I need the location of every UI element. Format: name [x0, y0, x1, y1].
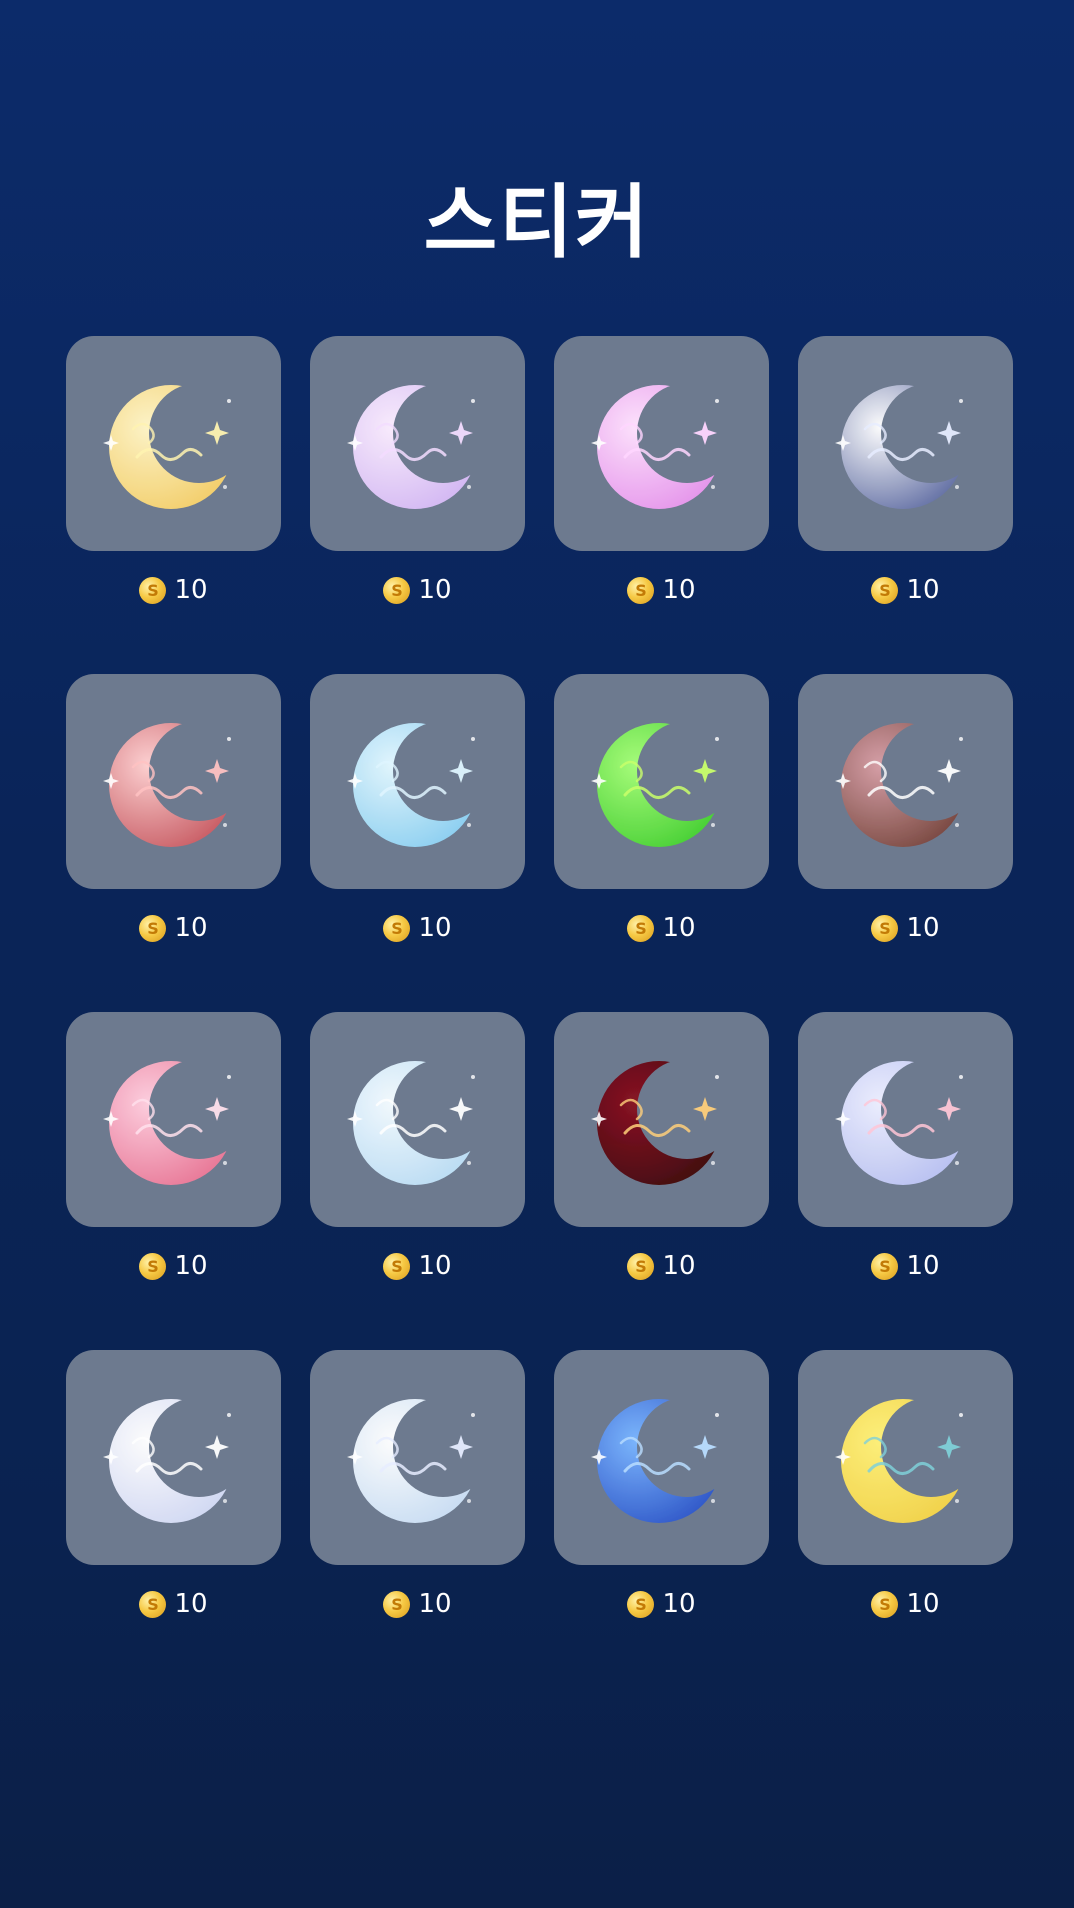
sticker-price: S 10 [798, 1251, 1013, 1281]
sticker-tile-moon-chocolate[interactable] [798, 674, 1013, 889]
sticker-item[interactable]: S 10 [66, 336, 281, 674]
coin-icon: S [871, 576, 899, 604]
sticker-price: S 10 [798, 575, 1013, 605]
crescent-moon-icon [88, 358, 259, 529]
sticker-tile-moon-galaxy-blue[interactable] [554, 1350, 769, 1565]
page-title: 스티커 [423, 176, 651, 269]
coin-icon: S [383, 1590, 411, 1618]
price-value: 10 [662, 1589, 696, 1619]
crescent-moon-icon [576, 358, 747, 529]
sticker-item[interactable]: S 10 [798, 674, 1013, 1012]
price-value: 10 [662, 575, 696, 605]
sticker-item[interactable]: S 10 [310, 674, 525, 1012]
price-value: 10 [418, 913, 452, 943]
price-value: 10 [662, 1251, 696, 1281]
sticker-price: S 10 [310, 575, 525, 605]
sticker-tile-moon-silver-star[interactable] [310, 1350, 525, 1565]
sticker-price: S 10 [66, 1251, 281, 1281]
coin-icon: S [871, 914, 899, 942]
coin-icon: S [383, 576, 411, 604]
coin-icon: S [627, 1590, 655, 1618]
sticker-price: S 10 [554, 575, 769, 605]
sticker-price: S 10 [798, 1589, 1013, 1619]
sticker-price: S 10 [310, 913, 525, 943]
sticker-tile-moon-pearl[interactable] [66, 1350, 281, 1565]
crescent-moon-icon [820, 358, 991, 529]
sticker-item[interactable]: S 10 [798, 1350, 1013, 1688]
sticker-tile-moon-pink-violet[interactable] [554, 336, 769, 551]
crescent-moon-icon [332, 1034, 503, 1205]
price-value: 10 [906, 575, 940, 605]
sticker-price: S 10 [554, 1589, 769, 1619]
coin-icon: S [139, 576, 167, 604]
coin-icon: S [627, 1252, 655, 1280]
price-value: 10 [418, 1251, 452, 1281]
sticker-tile-moon-lavender[interactable] [310, 336, 525, 551]
sticker-tile-moon-ice-blue[interactable] [310, 1012, 525, 1227]
price-value: 10 [174, 575, 208, 605]
price-value: 10 [174, 1589, 208, 1619]
crescent-moon-icon [820, 1034, 991, 1205]
crescent-moon-icon [576, 1034, 747, 1205]
sticker-price: S 10 [66, 575, 281, 605]
sticker-tile-moon-sky-blue[interactable] [310, 674, 525, 889]
sticker-tile-moon-navy-silver[interactable] [798, 336, 1013, 551]
sticker-price: S 10 [310, 1251, 525, 1281]
sticker-tile-moon-golden[interactable] [66, 336, 281, 551]
crescent-moon-icon [332, 696, 503, 867]
coin-icon: S [871, 1590, 899, 1618]
sticker-price: S 10 [310, 1589, 525, 1619]
sticker-tile-moon-dark-ruby[interactable] [554, 1012, 769, 1227]
sticker-item[interactable]: S 10 [554, 1012, 769, 1350]
coin-icon: S [139, 914, 167, 942]
sticker-price: S 10 [66, 1589, 281, 1619]
sticker-item[interactable]: S 10 [798, 336, 1013, 674]
price-value: 10 [174, 1251, 208, 1281]
sticker-price: S 10 [554, 913, 769, 943]
crescent-moon-icon [332, 1372, 503, 1543]
crescent-moon-icon [576, 1372, 747, 1543]
price-value: 10 [418, 1589, 452, 1619]
crescent-moon-icon [88, 696, 259, 867]
price-value: 10 [906, 913, 940, 943]
sticker-item[interactable]: S 10 [310, 1350, 525, 1688]
sticker-item[interactable]: S 10 [554, 336, 769, 674]
sticker-item[interactable]: S 10 [310, 336, 525, 674]
sticker-tile-moon-cherry-blossom[interactable] [798, 1012, 1013, 1227]
sticker-item[interactable]: S 10 [66, 1350, 281, 1688]
coin-icon: S [139, 1252, 167, 1280]
crescent-moon-icon [576, 696, 747, 867]
crescent-moon-icon [820, 696, 991, 867]
sticker-item[interactable]: S 10 [554, 1350, 769, 1688]
coin-icon: S [383, 914, 411, 942]
coin-icon: S [871, 1252, 899, 1280]
price-value: 10 [418, 575, 452, 605]
crescent-moon-icon [88, 1034, 259, 1205]
sticker-item[interactable]: S 10 [66, 1012, 281, 1350]
sticker-tile-moon-neon-green[interactable] [554, 674, 769, 889]
coin-icon: S [627, 576, 655, 604]
sticker-item[interactable]: S 10 [554, 674, 769, 1012]
sticker-grid: S 10 S 10 S 10 S 10 S 10 S 10 S 10 S 10 S 10 S 10 S 10 S 10 S 10 S… [66, 336, 1014, 1688]
sticker-item[interactable]: S 10 [66, 674, 281, 1012]
price-value: 10 [662, 913, 696, 943]
coin-icon: S [627, 914, 655, 942]
sticker-tile-moon-crimson[interactable] [66, 674, 281, 889]
sticker-price: S 10 [798, 913, 1013, 943]
price-value: 10 [906, 1589, 940, 1619]
crescent-moon-icon [88, 1372, 259, 1543]
price-value: 10 [906, 1251, 940, 1281]
price-value: 10 [174, 913, 208, 943]
coin-icon: S [139, 1590, 167, 1618]
sticker-item[interactable]: S 10 [310, 1012, 525, 1350]
crescent-moon-icon [332, 358, 503, 529]
sticker-price: S 10 [554, 1251, 769, 1281]
sticker-price: S 10 [66, 913, 281, 943]
coin-icon: S [383, 1252, 411, 1280]
sticker-item[interactable]: S 10 [798, 1012, 1013, 1350]
sticker-tile-moon-yellow-floral[interactable] [798, 1350, 1013, 1565]
crescent-moon-icon [820, 1372, 991, 1543]
sticker-tile-moon-rose[interactable] [66, 1012, 281, 1227]
